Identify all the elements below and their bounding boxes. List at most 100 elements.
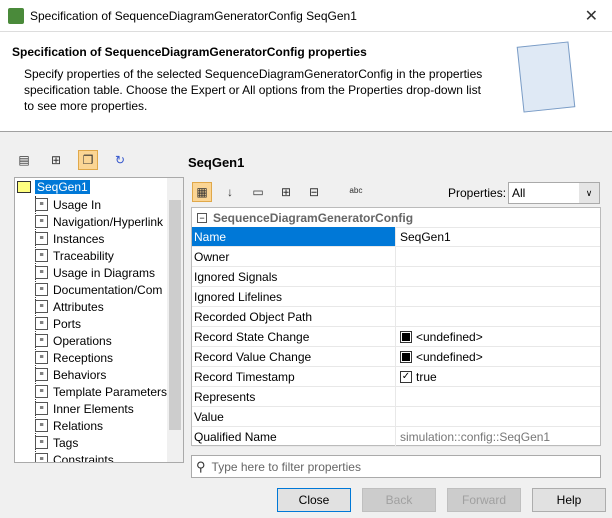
document-icon: ≡ xyxy=(35,317,48,330)
tree-item[interactable]: ≡ Receptions xyxy=(15,349,113,366)
property-row[interactable]: Record Value Change <undefined> xyxy=(192,347,600,367)
collapse-all-icon[interactable]: ⊟ xyxy=(304,182,324,202)
spelling-icon[interactable]: ᵃᵇᶜ xyxy=(346,182,366,202)
group-header[interactable]: − SequenceDiagramGeneratorConfig xyxy=(192,208,600,228)
property-name: Record State Change xyxy=(192,327,396,346)
property-name: Ignored Signals xyxy=(192,267,396,286)
tree-item[interactable]: ≡ Constraints xyxy=(15,451,114,463)
document-icon: ≡ xyxy=(35,334,48,347)
tree-item[interactable]: ≡ Template Parameters xyxy=(15,383,167,400)
properties-table: − SequenceDiagramGeneratorConfig Name Seq… xyxy=(191,207,601,447)
description-icon[interactable]: ▭ xyxy=(248,182,268,202)
property-name: Represents xyxy=(192,387,396,406)
tree-root[interactable]: SeqGen1 xyxy=(15,178,90,195)
tree-item[interactable]: ≡ Relations xyxy=(15,417,103,434)
tree-item[interactable]: ≡ Operations xyxy=(15,332,112,349)
document-icon: ≡ xyxy=(35,385,48,398)
tree-item-label: Operations xyxy=(53,333,112,348)
document-icon: ≡ xyxy=(35,368,48,381)
document-icon: ≡ xyxy=(35,266,48,279)
chevron-down-icon: ∨ xyxy=(579,183,599,203)
tree-item[interactable]: ≡ Usage In xyxy=(15,196,101,213)
property-value: SeqGen1 xyxy=(400,229,451,244)
sort-alpha-icon[interactable]: ↓ xyxy=(220,182,240,202)
forward-button[interactable]: Forward xyxy=(447,488,521,512)
expand-all-icon[interactable]: ⊞ xyxy=(276,182,296,202)
document-icon: ≡ xyxy=(35,436,48,449)
close-button[interactable]: Close xyxy=(277,488,351,512)
tree-item[interactable]: ≡ Inner Elements xyxy=(15,400,134,417)
checkbox-indeterminate[interactable] xyxy=(400,330,412,343)
property-row[interactable]: Owner xyxy=(192,247,600,267)
tree-item[interactable]: ≡ Traceability xyxy=(15,247,114,264)
property-value: true xyxy=(416,369,437,384)
tree-root-label: SeqGen1 xyxy=(35,179,90,194)
property-row[interactable]: Recorded Object Path xyxy=(192,307,600,327)
header-title: Specification of SequenceDiagramGenerato… xyxy=(12,45,367,59)
document-icon: ≡ xyxy=(35,419,48,432)
document-icon: ≡ xyxy=(35,453,48,462)
tree-item-label: Ports xyxy=(53,316,82,331)
document-icon: ≡ xyxy=(35,249,48,262)
property-value: <undefined> xyxy=(416,329,483,344)
property-name: Value xyxy=(192,407,396,426)
window-title: Specification of SequenceDiagramGenerato… xyxy=(30,9,357,23)
property-name: Qualified Name xyxy=(192,427,396,446)
document-icon: ≡ xyxy=(35,300,48,313)
tree-item-label: Constraints xyxy=(53,452,114,463)
property-row[interactable]: Qualified Name simulation::config::SeqGen… xyxy=(192,427,600,447)
property-name: Owner xyxy=(192,247,396,266)
document-pencil-icon xyxy=(516,41,576,113)
property-value: simulation::config::SeqGen1 xyxy=(400,429,551,444)
tree-item-label: Navigation/Hyperlink xyxy=(53,214,164,229)
back-button[interactable]: Back xyxy=(362,488,436,512)
tree-view-icon[interactable]: ⊞ xyxy=(46,150,66,170)
tree-item-label: Inner Elements xyxy=(53,401,134,416)
property-name: Record Value Change xyxy=(192,347,396,366)
property-row[interactable]: Record Timestamp ✓ true xyxy=(192,367,600,387)
tree-item[interactable]: ≡ Instances xyxy=(15,230,104,247)
tree-item-label: Receptions xyxy=(53,350,114,365)
categorized-icon[interactable]: ▦ xyxy=(192,182,212,202)
tree-item-label: Documentation/Com xyxy=(53,282,163,297)
checkbox-indeterminate[interactable] xyxy=(400,350,412,363)
collapse-icon[interactable]: − xyxy=(197,212,207,223)
compartment-view-icon[interactable]: ❐ xyxy=(78,150,98,170)
tree-item-label: Traceability xyxy=(53,248,114,263)
property-name: Record Timestamp xyxy=(192,367,396,386)
properties-label: Properties: xyxy=(448,186,507,200)
header-panel: Specification of SequenceDiagramGenerato… xyxy=(0,32,612,132)
filter-input[interactable]: ⚲ Type here to filter properties xyxy=(191,455,601,478)
tree-item-label: Attributes xyxy=(53,299,104,314)
property-name: Name xyxy=(192,227,396,246)
property-row[interactable]: Name SeqGen1 xyxy=(192,227,600,247)
tree-item[interactable]: ≡ Ports xyxy=(15,315,81,332)
property-row[interactable]: Ignored Lifelines xyxy=(192,287,600,307)
tree-item[interactable]: ≡ Usage in Diagrams xyxy=(15,264,155,281)
property-row[interactable]: Record State Change <undefined> xyxy=(192,327,600,347)
property-value: <undefined> xyxy=(416,349,483,364)
checkbox-checked[interactable]: ✓ xyxy=(400,370,412,383)
title-bar: Specification of SequenceDiagramGenerato… xyxy=(0,0,612,32)
tree-item-label: Instances xyxy=(53,231,105,246)
document-icon: ≡ xyxy=(35,402,48,415)
navigation-tree: SeqGen1 ≡ Usage In ≡ Navigation/Hyperlink ≡ I… xyxy=(14,177,184,463)
tree-item[interactable]: ≡ Tags xyxy=(15,434,78,451)
filter-placeholder: Type here to filter properties xyxy=(211,459,361,474)
tree-scrollbar[interactable] xyxy=(167,178,183,462)
tree-item-label: Relations xyxy=(53,418,104,433)
tree-item[interactable]: ≡ Attributes xyxy=(15,298,104,315)
help-button[interactable]: Help xyxy=(532,488,606,512)
property-row[interactable]: Represents xyxy=(192,387,600,407)
tree-item-label: Tags xyxy=(53,435,79,450)
tree-item[interactable]: ≡ Behaviors xyxy=(15,366,106,383)
properties-dropdown[interactable]: All ∨ xyxy=(508,182,600,204)
property-row[interactable]: Value xyxy=(192,407,600,427)
tree-item[interactable]: ≡ Documentation/Com xyxy=(15,281,162,298)
close-window-button[interactable]: ✕ xyxy=(585,6,598,26)
property-row[interactable]: Ignored Signals xyxy=(192,267,600,287)
tree-item[interactable]: ≡ Navigation/Hyperlink xyxy=(15,213,163,230)
refresh-icon[interactable]: ↻ xyxy=(110,150,130,170)
document-icon: ≡ xyxy=(35,351,48,364)
table-view-icon[interactable]: ▤ xyxy=(14,150,34,170)
